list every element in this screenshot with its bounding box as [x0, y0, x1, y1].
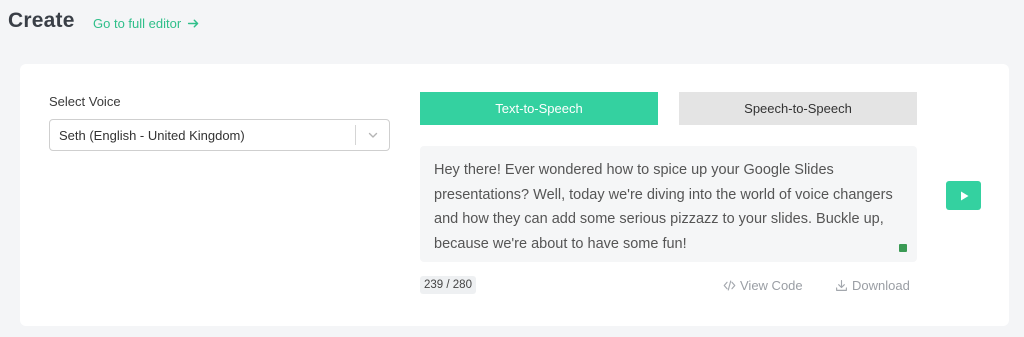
arrow-right-icon: [188, 19, 199, 28]
voice-select[interactable]: Seth (English - United Kingdom): [49, 119, 390, 151]
page-title: Create: [8, 9, 75, 32]
character-count: 239 / 280: [420, 276, 476, 294]
download-button[interactable]: Download: [835, 278, 910, 293]
chevron-down-icon[interactable]: [356, 129, 389, 141]
download-label: Download: [852, 278, 910, 293]
select-voice-label: Select Voice: [49, 94, 121, 109]
create-card: Select Voice Seth (English - United King…: [20, 64, 1009, 326]
tab-speech-to-speech[interactable]: Speech-to-Speech: [679, 92, 917, 125]
play-button[interactable]: [946, 181, 981, 210]
speech-text-input[interactable]: Hey there! Ever wondered how to spice up…: [420, 146, 917, 262]
code-icon: [723, 280, 736, 291]
voice-select-value: Seth (English - United Kingdom): [59, 127, 245, 143]
speech-text-content: Hey there! Ever wondered how to spice up…: [434, 162, 893, 252]
go-to-full-editor-link[interactable]: Go to full editor: [93, 16, 200, 31]
download-icon: [836, 280, 847, 291]
full-editor-link-label: Go to full editor: [93, 16, 182, 31]
tab-text-to-speech[interactable]: Text-to-Speech: [420, 92, 658, 125]
play-icon: [960, 191, 968, 200]
resize-handle-icon[interactable]: [899, 244, 907, 252]
view-code-button[interactable]: View Code: [723, 278, 803, 293]
view-code-label: View Code: [740, 278, 803, 293]
